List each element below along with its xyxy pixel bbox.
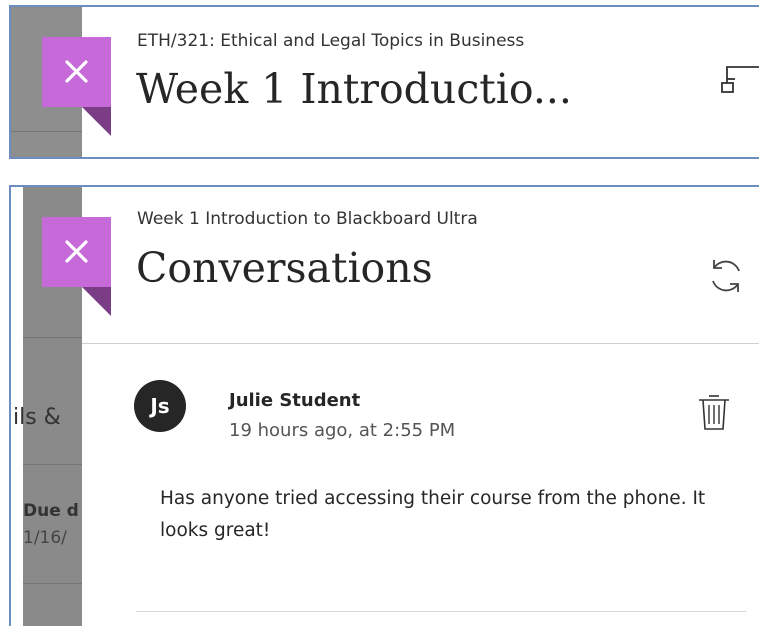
post-timestamp: 19 hours ago, at 2:55 PM <box>229 420 456 441</box>
background-due-date-fragment: 1/16/ <box>23 528 67 548</box>
page-title: Conversations <box>136 244 433 292</box>
page-title: Week 1 Introductio... <box>136 65 572 113</box>
panel-content: Week 1 Introduction to Blackboard Ultra … <box>82 187 759 626</box>
conversations-panel: ils & Due d 1/16/ Week 1 Introduction to… <box>9 185 759 626</box>
divider <box>23 337 82 338</box>
hierarchy-icon[interactable] <box>721 55 759 99</box>
post-divider <box>136 611 746 612</box>
background-heading-fragment: ils & <box>13 405 61 430</box>
panel-content: ETH/321: Ethical and Legal Topics in Bus… <box>82 7 759 157</box>
post-author: Julie Student <box>229 390 361 411</box>
trash-icon[interactable] <box>697 392 731 432</box>
close-x-icon <box>65 60 88 83</box>
close-x-icon <box>65 240 88 263</box>
course-label: ETH/321: Ethical and Legal Topics in Bus… <box>137 31 525 51</box>
divider <box>23 583 82 584</box>
close-panel-button[interactable] <box>42 217 111 316</box>
background-panel: ETH/321: Ethical and Legal Topics in Bus… <box>9 5 759 159</box>
close-panel-button[interactable] <box>42 37 111 136</box>
refresh-icon[interactable] <box>706 256 746 296</box>
divider <box>11 131 82 132</box>
divider <box>23 464 82 465</box>
background-due-label-fragment: Due d <box>23 501 79 521</box>
avatar: Js <box>134 380 186 432</box>
breadcrumb[interactable]: Week 1 Introduction to Blackboard Ultra <box>137 209 478 229</box>
header-divider <box>82 343 759 344</box>
post-body: Has anyone tried accessing their course … <box>160 488 706 541</box>
